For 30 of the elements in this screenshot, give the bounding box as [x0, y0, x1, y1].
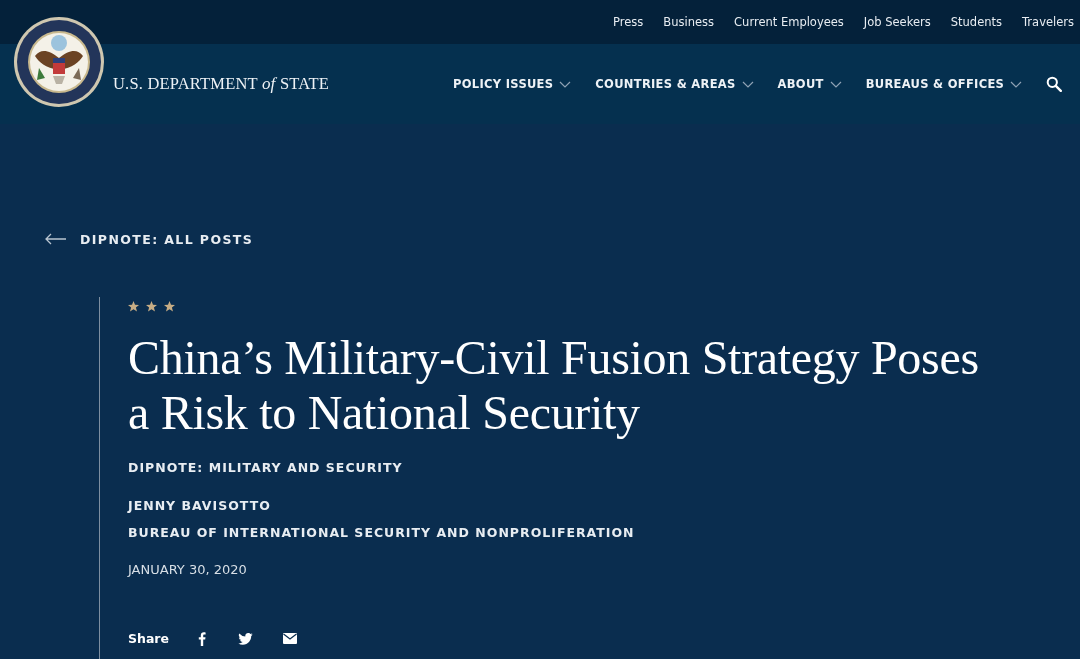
publish-date: JANUARY 30, 2020: [128, 562, 248, 577]
arrow-left-icon: [44, 233, 67, 245]
utility-link[interactable]: Business: [663, 15, 715, 29]
back-link[interactable]: DIPNOTE: ALL POSTS: [44, 231, 254, 247]
nav-menu-item[interactable]: BUREAUS & OFFICES: [865, 77, 1023, 91]
site-name[interactable]: U.S. DEPARTMENT of STATE: [113, 74, 330, 94]
utility-link[interactable]: Press: [613, 15, 644, 29]
chevron-down-icon: [829, 80, 842, 88]
stars-icon: [128, 301, 176, 312]
chevron-down-icon: [1010, 80, 1023, 88]
nav-menu-item[interactable]: POLICY ISSUES: [453, 77, 572, 91]
chevron-down-icon: [741, 80, 754, 88]
search-button[interactable]: [1046, 76, 1062, 92]
category-link[interactable]: DIPNOTE: MILITARY AND SECURITY: [128, 460, 1080, 475]
nav-menu-item[interactable]: ABOUT: [777, 77, 842, 91]
bureau-name: BUREAU OF INTERNATIONAL SECURITY AND NONPROLIFERATION: [128, 525, 636, 540]
envelope-icon: [283, 633, 297, 644]
seal-drawing[interactable]: [13, 16, 105, 108]
utility-link[interactable]: Job Seekers: [863, 15, 931, 29]
facebook-icon: [198, 631, 206, 646]
utility-link[interactable]: Travelers: [1022, 15, 1074, 29]
utility-link[interactable]: Students: [950, 15, 1002, 29]
search-icon: [1046, 76, 1062, 92]
author-name: JENNY BAVISOTTO: [128, 498, 272, 513]
share-label: Share: [128, 631, 169, 646]
nav-menu-item[interactable]: COUNTRIES & AREAS: [595, 77, 754, 91]
chevron-down-icon: [559, 80, 572, 88]
twitter-icon: [238, 632, 254, 645]
utility-link[interactable]: Current Employees: [734, 15, 844, 29]
article-title: China’s Military-Civil Fusion Strategy Poses a Risk to National Security: [128, 330, 980, 440]
